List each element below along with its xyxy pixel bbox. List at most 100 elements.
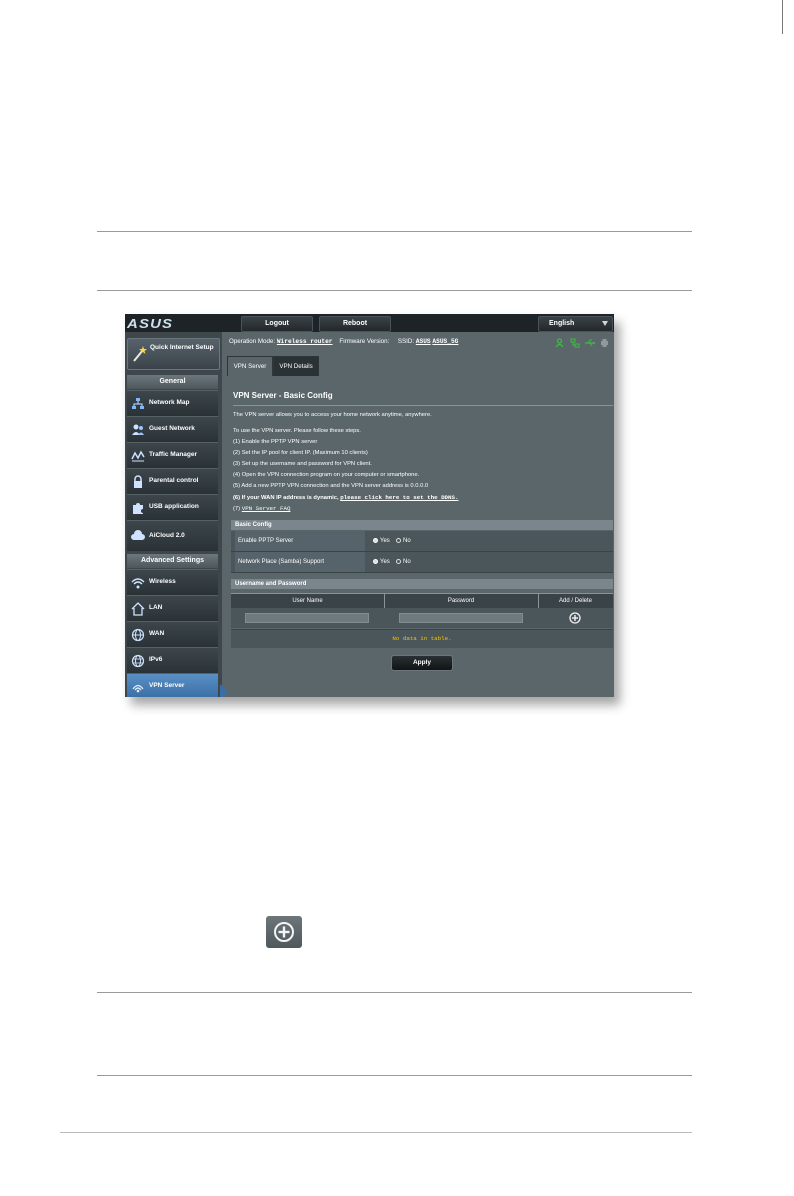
divider-top-1	[97, 231, 692, 232]
sidebar-item-label: Parental control	[149, 477, 199, 484]
column-add-delete: Add / Delete	[558, 598, 593, 604]
apply-button[interactable]: Apply	[391, 655, 453, 671]
status-icons	[553, 338, 611, 348]
main-content: VPN Server - Basic Config The VPN server…	[227, 376, 614, 697]
printer-status-icon[interactable]	[600, 338, 609, 348]
wifi-icon	[131, 578, 145, 589]
network-map-icon	[132, 398, 144, 409]
sidebar-item-label: Network Map	[149, 399, 190, 406]
operation-mode-link[interactable]: Wireless router	[277, 338, 333, 345]
logout-button[interactable]: Logout	[241, 316, 313, 332]
sidebar-item-network-map[interactable]: Network Map	[127, 390, 218, 416]
sidebar-item-label: AiCloud 2.0	[149, 532, 185, 539]
empty-table-message: No data in table.	[231, 629, 613, 648]
ssid-5g-link[interactable]: ASUS_5G	[432, 338, 458, 345]
traffic-manager-icon	[131, 450, 145, 462]
ddns-setup-link[interactable]: please click here to set the DDNS.	[340, 494, 458, 501]
enable-pptp-no-radio[interactable]	[396, 538, 401, 543]
add-circle-icon[interactable]	[569, 612, 581, 624]
operation-mode-label: Operation Mode:	[229, 338, 276, 345]
sidebar: Quick Internet Setup General Network Map…	[125, 332, 222, 697]
sidebar-item-label: WAN	[149, 630, 165, 637]
step-6: (6) If your WAN IP address is dynamic, p…	[233, 494, 458, 501]
vpn-faq-link[interactable]: VPN Server FAQ	[242, 505, 291, 512]
add-button-illustration	[266, 916, 302, 948]
sidebar-item-wan[interactable]: WAN	[127, 621, 218, 647]
sidebar-item-usb-application[interactable]: USB application	[127, 494, 218, 520]
cloud-icon	[131, 530, 145, 540]
vpn-icon	[132, 684, 144, 693]
ssid-2g-link[interactable]: ASUS	[416, 338, 431, 345]
tab-vpn-details[interactable]: VPN Details	[273, 356, 319, 377]
sidebar-item-ipv6[interactable]: IPv6	[127, 647, 218, 673]
sidebar-item-label: Guest Network	[149, 425, 195, 432]
step-7-text: (7)	[233, 506, 241, 512]
enable-pptp-row: Enable PPTP Server Yes No	[231, 531, 613, 552]
sidebar-item-label: IPv6	[149, 656, 163, 663]
ssid-label: SSID:	[397, 338, 415, 345]
enable-pptp-label: Enable PPTP Server	[235, 531, 365, 551]
no-label: No	[403, 559, 411, 565]
page-title: VPN Server - Basic Config	[233, 391, 333, 400]
step-4: (4) Open the VPN connection program on y…	[233, 472, 420, 478]
general-section-header: General	[127, 375, 218, 389]
lock-icon	[134, 475, 142, 488]
column-user-name: User Name	[231, 594, 385, 608]
sidebar-item-wireless[interactable]: Wireless	[127, 569, 218, 595]
samba-support-row: Network Place (Samba) Support Yes No	[231, 552, 613, 573]
users-table-header: User Name Password Add / Delete	[231, 593, 613, 608]
home-icon	[131, 602, 145, 616]
username-input[interactable]	[245, 613, 369, 623]
new-user-row	[231, 608, 613, 628]
yes-label: Yes	[380, 538, 390, 544]
footer-line	[60, 1132, 692, 1133]
reboot-button[interactable]: Reboot	[319, 316, 391, 332]
step-5: (5) Add a new PPTP VPN connection and th…	[233, 483, 429, 489]
sidebar-item-label: LAN	[149, 604, 163, 611]
top-bar: ASUS Logout Reboot English	[125, 314, 614, 332]
language-select[interactable]: English	[538, 316, 613, 332]
divider-top-2	[97, 290, 692, 291]
quick-internet-setup-button[interactable]: Quick Internet Setup	[127, 338, 220, 370]
password-input[interactable]	[399, 613, 523, 623]
sidebar-item-label: Traffic Manager	[149, 451, 198, 458]
globe-icon	[131, 628, 145, 642]
username-password-header: Username and Password	[231, 579, 613, 589]
sidebar-item-traffic-manager[interactable]: Traffic Manager	[127, 442, 218, 468]
sidebar-item-lan[interactable]: LAN	[127, 595, 218, 621]
advanced-settings-section-header: Advanced Settings	[127, 554, 218, 568]
samba-support-label: Network Place (Samba) Support	[235, 552, 365, 572]
samba-no-radio[interactable]	[396, 559, 401, 564]
step-6-text: (6) If your WAN IP address is dynamic,	[233, 495, 339, 501]
network-status-icon[interactable]	[570, 338, 580, 348]
crop-mark	[782, 0, 783, 34]
usb-status-icon[interactable]	[584, 338, 596, 348]
yes-label: Yes	[380, 559, 390, 565]
step-2: (2) Set the IP pool for client IP. (Maxi…	[233, 450, 368, 456]
sidebar-item-parental-control[interactable]: Parental control	[127, 468, 218, 494]
guest-network-icon	[132, 424, 144, 435]
quick-internet-setup-label: Quick Internet Setup	[150, 344, 214, 351]
dropdown-arrow-icon	[602, 321, 608, 326]
firmware-version-label: Firmware Version:	[339, 338, 390, 345]
samba-yes-radio[interactable]	[373, 559, 378, 564]
language-label: English	[549, 320, 575, 327]
user-status-icon[interactable]	[555, 338, 564, 348]
enable-pptp-yes-radio[interactable]	[373, 538, 378, 543]
router-admin-window: ASUS Logout Reboot English Quick Interne…	[125, 314, 614, 697]
tab-vpn-server[interactable]: VPN Server	[227, 356, 273, 377]
sidebar-item-guest-network[interactable]: Guest Network	[127, 416, 218, 442]
add-circle-icon	[274, 922, 294, 942]
intro-text: The VPN server allows you to access your…	[233, 412, 432, 418]
step-3: (3) Set up the username and password for…	[233, 461, 372, 467]
magic-wand-icon	[133, 346, 147, 362]
sidebar-item-aicloud[interactable]: AiCloud 2.0	[127, 520, 218, 551]
ipv6-globe-icon	[131, 654, 145, 668]
sidebar-item-label: Wireless	[149, 578, 176, 585]
step-7: (7) VPN Server FAQ	[233, 505, 290, 512]
column-password: Password	[384, 594, 539, 608]
asus-logo: ASUS	[127, 316, 174, 331]
title-divider	[233, 405, 613, 406]
sidebar-item-vpn-server[interactable]: VPN Server	[127, 673, 218, 697]
puzzle-icon	[133, 503, 143, 514]
